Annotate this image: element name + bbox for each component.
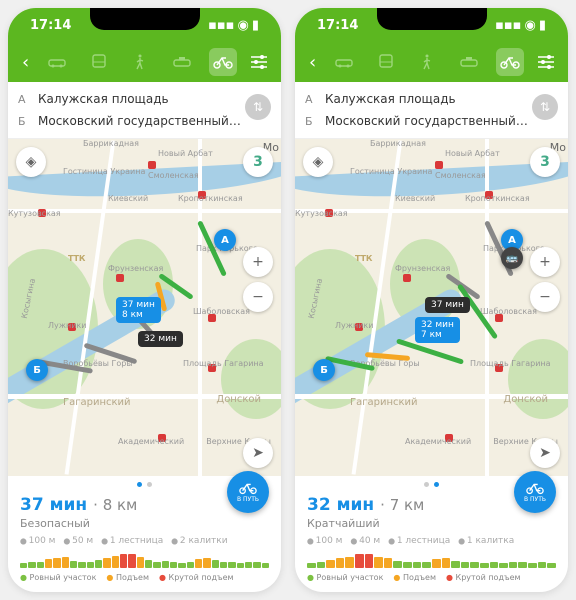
mode-bike[interactable]	[209, 48, 237, 76]
layers-button[interactable]: ◈	[303, 147, 333, 177]
battery-icon: ▮	[252, 18, 259, 33]
marker-transit[interactable]: 🚌	[501, 247, 523, 269]
search-row-b[interactable]: Б Московский государственный…	[18, 110, 271, 132]
point-b: Московский государственный…	[38, 114, 271, 128]
search-panel: А Калужская площадь Б Московский государст…	[8, 82, 281, 139]
map-label: Киевский	[108, 194, 148, 203]
settings-button[interactable]	[247, 55, 271, 69]
settings-button[interactable]	[534, 55, 558, 69]
locate-button[interactable]: ➤	[243, 438, 273, 468]
map-label: Шаболовская	[193, 307, 250, 316]
marker-a[interactable]: А	[214, 229, 236, 251]
go-button[interactable]: В ПУТЬ	[227, 471, 269, 513]
wifi-icon: ◉	[525, 18, 536, 33]
mode-walk[interactable]	[126, 48, 154, 76]
map-label: Кропоткинская	[178, 194, 243, 203]
search-row-a[interactable]: АКалужская площадь	[305, 88, 558, 110]
mode-bus[interactable]	[372, 48, 400, 76]
mode-car[interactable]	[43, 48, 71, 76]
label-b: Б	[18, 115, 30, 128]
marker-b[interactable]: Б	[313, 359, 335, 381]
map-label: Гагаринский	[63, 397, 131, 408]
map-area[interactable]: Новый Арбат Баррикадная Гостиница Украин…	[8, 139, 281, 476]
summary-stats: 100 м50 м1 лестница2 калитки	[20, 536, 269, 546]
phone-screen-1: 17:14 ▪▪▪ ◉ ▮ ‹ А Калужская площадь Б Моск…	[8, 8, 281, 592]
legend: Ровный участокПодъемКрутой подъем	[20, 573, 269, 582]
zoom-out-button[interactable]: −	[243, 282, 273, 312]
wifi-icon: ◉	[238, 18, 249, 33]
mode-car[interactable]	[330, 48, 358, 76]
route-tip-primary[interactable]: 32 мин7 км	[415, 317, 460, 343]
map-label: Гостиница Украина	[63, 167, 145, 176]
battery-icon: ▮	[539, 18, 546, 33]
status-time: 17:14	[317, 18, 358, 33]
signal-icon: ▪▪▪	[495, 18, 521, 33]
elevation-chart	[20, 552, 269, 568]
layers-button[interactable]: ◈	[16, 147, 46, 177]
search-row-b[interactable]: БМосковский государственный…	[305, 110, 558, 132]
swap-button[interactable]: ⇅	[245, 94, 271, 120]
status-icons: ▪▪▪ ◉▮	[495, 18, 546, 33]
go-button[interactable]: В ПУТЬ	[514, 471, 556, 513]
map-label: Баррикадная	[83, 139, 139, 148]
search-panel: АКалужская площадь БМосковский государст…	[295, 82, 568, 139]
summary-panel: В ПУТЬ 37 мин8 км Безопасный 100 м50 м1 …	[8, 489, 281, 592]
summary-dist: 8 км	[93, 496, 137, 514]
mode-bike[interactable]	[496, 48, 524, 76]
notch	[90, 8, 200, 30]
elevation-chart	[307, 552, 556, 568]
label-a: А	[18, 93, 30, 106]
mode-taxi[interactable]	[455, 48, 483, 76]
mode-walk[interactable]	[413, 48, 441, 76]
map-area[interactable]: Новый Арбат Баррикадная Гостиница Украин…	[295, 139, 568, 476]
back-button[interactable]: ‹	[18, 52, 33, 73]
mode-taxi[interactable]	[168, 48, 196, 76]
map-label: Фрунзенская	[108, 264, 163, 273]
map-label: Лужники	[48, 321, 86, 330]
map-label: Смоленская	[148, 171, 199, 180]
zoom-out-button[interactable]: −	[530, 282, 560, 312]
notch	[377, 8, 487, 30]
map-label: Донской	[216, 394, 261, 405]
phone-screen-2: 17:14 ▪▪▪ ◉▮ ‹ АКалужская площадь БМосков…	[295, 8, 568, 592]
map-label: Площадь Гагарина	[183, 359, 264, 368]
back-button[interactable]: ‹	[305, 52, 320, 73]
summary-subtitle: Безопасный	[20, 517, 269, 530]
transport-modes	[37, 48, 243, 76]
status-time: 17:14	[30, 18, 71, 33]
zoom-in-button[interactable]: +	[530, 247, 560, 277]
search-row-a[interactable]: А Калужская площадь	[18, 88, 271, 110]
route-tip-secondary[interactable]: 37 мин	[425, 297, 470, 313]
point-a: Калужская площадь	[38, 92, 271, 106]
traffic-button[interactable]: 3	[530, 147, 560, 177]
mode-bus[interactable]	[85, 48, 113, 76]
route-tip-primary[interactable]: 37 мин8 км	[116, 297, 161, 323]
summary-panel: В ПУТЬ 32 мин7 км Кратчайший 100 м40 м1 …	[295, 489, 568, 592]
signal-icon: ▪▪▪	[208, 18, 234, 33]
map-label: Новый Арбат	[158, 149, 213, 158]
marker-b[interactable]: Б	[26, 359, 48, 381]
toolbar: ‹	[8, 42, 281, 82]
route-tip-secondary[interactable]: 32 мин	[138, 331, 183, 347]
status-icons: ▪▪▪ ◉ ▮	[208, 18, 259, 33]
summary-time: 37 мин	[20, 495, 87, 515]
transport-modes	[324, 48, 530, 76]
toolbar: ‹	[295, 42, 568, 82]
locate-button[interactable]: ➤	[530, 438, 560, 468]
map-label: ТТК	[68, 254, 85, 263]
traffic-button[interactable]: 3	[243, 147, 273, 177]
map-label: Академический	[118, 437, 184, 446]
zoom-in-button[interactable]: +	[243, 247, 273, 277]
map-label: Кутузовская	[8, 209, 61, 218]
swap-button[interactable]: ⇅	[532, 94, 558, 120]
